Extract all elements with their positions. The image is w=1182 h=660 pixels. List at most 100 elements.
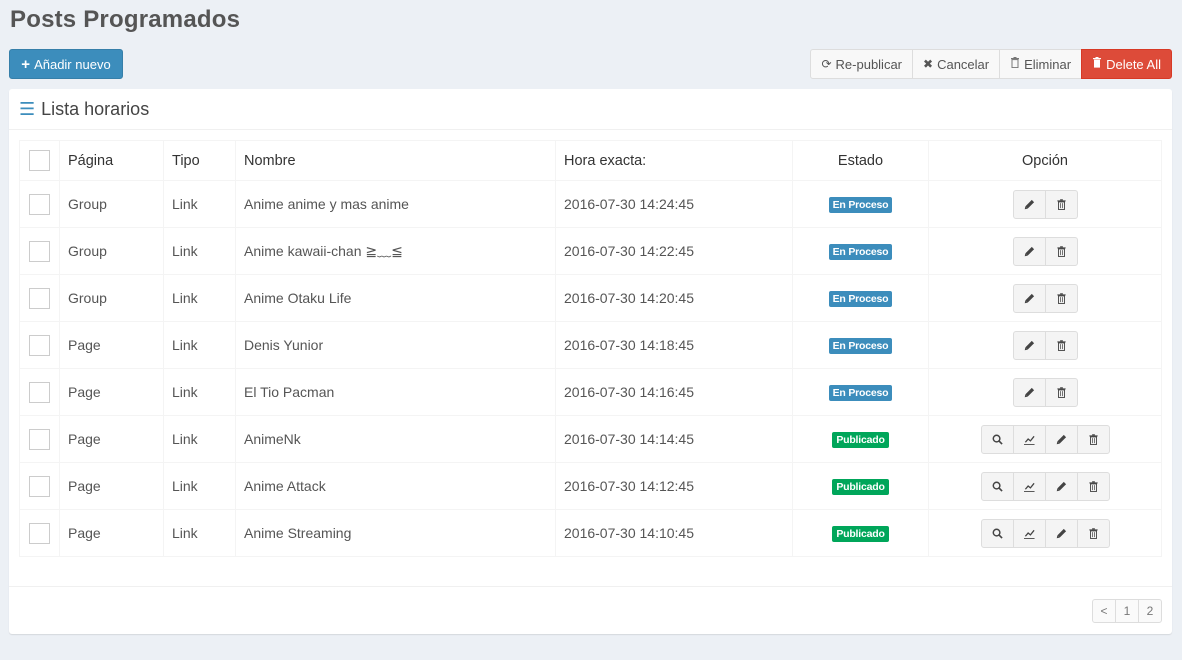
trash-icon: [1092, 57, 1102, 71]
edit-button[interactable]: [1012, 236, 1046, 266]
table-row: Page Link Denis Yunior 2016-07-30 14:18:45 E…: [19, 321, 1162, 369]
cell-tipo: Link: [163, 509, 236, 557]
cell-pagina: Group: [59, 227, 164, 275]
delete-row-button[interactable]: [1044, 283, 1078, 313]
status-badge: Publicado: [832, 479, 889, 495]
row-select-cell: [19, 462, 60, 510]
delete-row-button[interactable]: [1044, 377, 1078, 407]
row-actions: [980, 424, 1110, 454]
add-new-button[interactable]: + Añadir nuevo: [9, 49, 123, 79]
republish-label: Re-publicar: [835, 56, 903, 72]
refresh-icon: ⟳: [821, 57, 832, 71]
row-checkbox[interactable]: [29, 287, 50, 309]
header-hora: Hora exacta:: [555, 140, 793, 181]
row-checkbox[interactable]: [29, 475, 50, 497]
view-button[interactable]: [980, 471, 1014, 501]
search-icon: [992, 434, 1003, 445]
cell-nombre: AnimeNk: [235, 415, 556, 463]
row-checkbox[interactable]: [29, 381, 50, 403]
view-button[interactable]: [980, 424, 1014, 454]
row-checkbox[interactable]: [29, 334, 50, 356]
cell-hora: 2016-07-30 14:14:45: [555, 415, 793, 463]
edit-button[interactable]: [1012, 377, 1046, 407]
cell-pagina: Page: [59, 415, 164, 463]
select-all-cell: [19, 140, 60, 181]
cell-estado: En Proceso: [792, 274, 929, 322]
cell-hora: 2016-07-30 14:22:45: [555, 227, 793, 275]
pencil-icon: [1024, 340, 1035, 351]
republish-button[interactable]: ⟳ Re-publicar: [810, 49, 914, 79]
row-checkbox[interactable]: [29, 428, 50, 450]
row-select-cell: [19, 321, 60, 369]
edit-button[interactable]: [1044, 518, 1078, 548]
stats-button[interactable]: [1012, 471, 1046, 501]
cell-estado: Publicado: [792, 462, 929, 510]
trash-icon: [1010, 57, 1020, 71]
edit-button[interactable]: [1044, 424, 1078, 454]
cancel-button[interactable]: ✖ Cancelar: [912, 49, 1001, 79]
cell-pagina: Page: [59, 321, 164, 369]
box-footer: < 1 2: [9, 586, 1172, 634]
pencil-icon: [1056, 481, 1067, 492]
pagination-prev[interactable]: <: [1092, 599, 1116, 623]
delete-row-button[interactable]: [1076, 518, 1110, 548]
table-row: Page Link El Tio Pacman 2016-07-30 14:16:45…: [19, 368, 1162, 416]
search-icon: [992, 528, 1003, 539]
cell-pagina: Group: [59, 274, 164, 322]
status-badge: En Proceso: [828, 197, 893, 213]
header-tipo: Tipo: [163, 140, 236, 181]
row-checkbox[interactable]: [29, 193, 50, 215]
pagination-page-1[interactable]: 1: [1115, 599, 1139, 623]
trash-icon: [1088, 527, 1099, 539]
row-checkbox[interactable]: [29, 240, 50, 262]
cell-estado: Publicado: [792, 509, 929, 557]
cell-opcion: [928, 368, 1162, 416]
edit-button[interactable]: [1012, 283, 1046, 313]
cell-tipo: Link: [163, 368, 236, 416]
row-actions: [980, 471, 1110, 501]
delete-row-button[interactable]: [1076, 424, 1110, 454]
close-icon: ✖: [923, 57, 934, 71]
edit-button[interactable]: [1012, 330, 1046, 360]
pencil-icon: [1056, 434, 1067, 445]
box-title: Lista horarios: [41, 98, 150, 119]
table-row: Group Link Anime kawaii-chan ≧﹏≦ 2016-07-30…: [19, 227, 1162, 275]
row-select-cell: [19, 227, 60, 275]
stats-button[interactable]: [1012, 424, 1046, 454]
delete-label: Eliminar: [1024, 56, 1072, 72]
delete-all-button[interactable]: Delete All: [1081, 49, 1172, 79]
cell-nombre: Anime Otaku Life: [235, 274, 556, 322]
pencil-icon: [1024, 293, 1035, 304]
cell-hora: 2016-07-30 14:16:45: [555, 368, 793, 416]
edit-button[interactable]: [1012, 189, 1046, 219]
select-all-checkbox[interactable]: [29, 150, 50, 171]
table-row: Page Link AnimeNk 2016-07-30 14:14:45 Public…: [19, 415, 1162, 463]
trash-icon: [1088, 433, 1099, 445]
cell-estado: En Proceso: [792, 368, 929, 416]
status-badge: En Proceso: [828, 338, 893, 354]
delete-row-button[interactable]: [1044, 189, 1078, 219]
cell-estado: En Proceso: [792, 227, 929, 275]
page-title: Posts Programados: [10, 6, 241, 33]
cell-estado: En Proceso: [792, 180, 929, 228]
cell-nombre: El Tio Pacman: [235, 368, 556, 416]
row-select-cell: [19, 509, 60, 557]
delete-button[interactable]: Eliminar: [999, 49, 1083, 79]
delete-row-button[interactable]: [1044, 330, 1078, 360]
pagination-page-2[interactable]: 2: [1138, 599, 1162, 623]
cell-nombre: Denis Yunior: [235, 321, 556, 369]
cell-nombre: Anime anime y mas anime: [235, 180, 556, 228]
delete-row-button[interactable]: [1044, 236, 1078, 266]
stats-button[interactable]: [1012, 518, 1046, 548]
pagination: < 1 2: [1092, 599, 1162, 623]
pencil-icon: [1024, 199, 1035, 210]
view-button[interactable]: [980, 518, 1014, 548]
cell-nombre: Anime Attack: [235, 462, 556, 510]
edit-button[interactable]: [1044, 471, 1078, 501]
search-icon: [992, 481, 1003, 492]
list-icon: ☰: [19, 98, 36, 119]
cell-hora: 2016-07-30 14:10:45: [555, 509, 793, 557]
cell-pagina: Page: [59, 368, 164, 416]
delete-row-button[interactable]: [1076, 471, 1110, 501]
row-checkbox[interactable]: [29, 522, 50, 544]
